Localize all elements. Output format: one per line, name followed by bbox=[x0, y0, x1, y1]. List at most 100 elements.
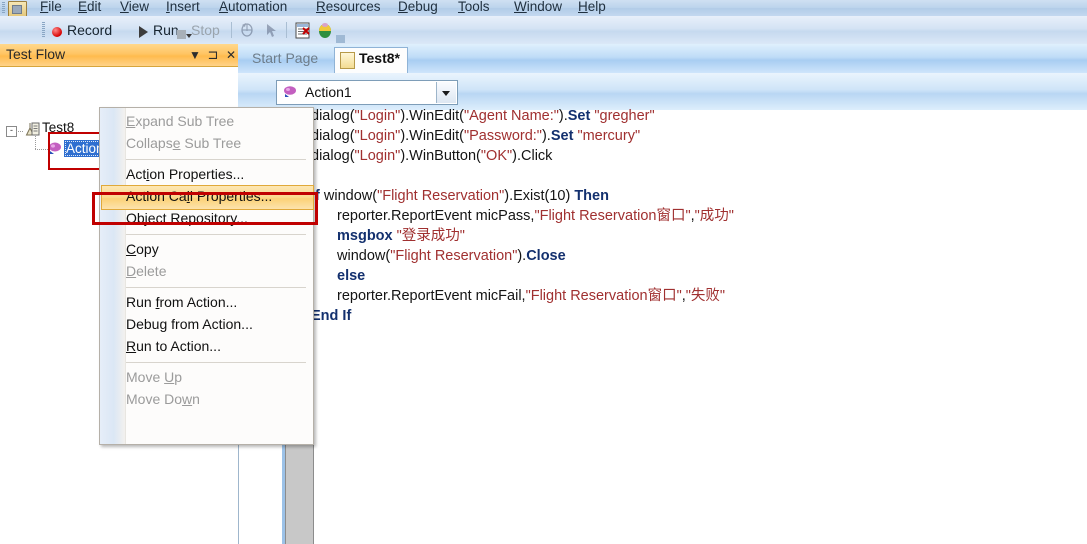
record-button[interactable]: Record bbox=[67, 20, 112, 40]
menu-help[interactable]: Help bbox=[578, 0, 606, 16]
menu-file[interactable]: File bbox=[40, 0, 62, 16]
object-spy-icon[interactable] bbox=[317, 22, 334, 39]
menu-resources[interactable]: Resources bbox=[316, 0, 381, 16]
code-token: "Flight Reservation窗口" bbox=[534, 208, 691, 224]
context-menu-separator bbox=[126, 362, 306, 363]
code-token: reporter.ReportEvent micPass, bbox=[337, 208, 535, 224]
hand-pointer-icon[interactable] bbox=[239, 22, 256, 39]
code-token: ).WinButton( bbox=[400, 148, 481, 164]
test-flask-icon bbox=[24, 122, 40, 137]
code-line: msgbox "登录成功" bbox=[311, 226, 734, 246]
arrow-select-icon[interactable] bbox=[262, 22, 279, 39]
code-token: "Agent Name:" bbox=[463, 108, 559, 124]
run-button[interactable]: Run bbox=[153, 20, 179, 40]
action-icon bbox=[283, 85, 299, 99]
record-icon bbox=[52, 27, 62, 37]
chevron-down-icon[interactable]: ▼ bbox=[188, 48, 202, 62]
context-menu-separator bbox=[126, 234, 306, 235]
context-menu-item-expand-sub-tree: Expand Sub Tree bbox=[100, 111, 313, 133]
code-token: "Login" bbox=[354, 108, 401, 124]
code-token: window( bbox=[337, 248, 391, 264]
code-token: End If bbox=[311, 308, 352, 324]
code-line: else bbox=[311, 266, 734, 286]
action-selector-value: Action1 bbox=[305, 84, 352, 100]
menu-tools[interactable]: Tools bbox=[458, 0, 490, 16]
context-menu-item-label: Move Up bbox=[126, 369, 183, 385]
context-menu-separator bbox=[126, 287, 306, 288]
test-flow-header: Test Flow ▼ ⊐ ✕ bbox=[0, 44, 238, 67]
code-token: Set bbox=[550, 128, 574, 144]
toolbar-separator-1 bbox=[231, 22, 232, 38]
code-token: window( bbox=[319, 188, 378, 204]
close-icon[interactable]: ✕ bbox=[224, 48, 238, 62]
menu-insert[interactable]: Insert bbox=[166, 0, 200, 16]
code-token: "登录成功" bbox=[396, 228, 465, 244]
code-line: dialog("Login").WinButton("OK").Click bbox=[311, 146, 734, 166]
code-token: dialog( bbox=[311, 108, 355, 124]
context-menu-item-debug-from-action[interactable]: Debug from Action... bbox=[100, 314, 313, 336]
menu-debug[interactable]: Debug bbox=[398, 0, 438, 16]
document-tab-strip: Start Page Test8* bbox=[238, 44, 1087, 75]
context-menu-item-label: Delete bbox=[126, 263, 167, 279]
test-document-icon bbox=[340, 52, 355, 69]
code-token: dialog( bbox=[311, 128, 355, 144]
context-menu-item-move-down: Move Down bbox=[100, 389, 313, 411]
code-token: ).Click bbox=[512, 148, 553, 164]
menu-automation[interactable]: Automation bbox=[219, 0, 287, 16]
code-token: Set bbox=[567, 108, 591, 124]
code-token: ). bbox=[558, 108, 568, 124]
menu-window[interactable]: Window bbox=[514, 0, 562, 16]
context-menu-item-label: Action Properties... bbox=[126, 166, 245, 182]
code-token: "失败" bbox=[685, 288, 726, 304]
menubar-gripper[interactable] bbox=[2, 2, 5, 14]
context-menu-item-label: Expand Sub Tree bbox=[126, 113, 235, 129]
toolbar-overflow-icon[interactable] bbox=[336, 35, 345, 43]
context-menu-item-action-properties[interactable]: Action Properties... bbox=[100, 164, 313, 186]
code-token: "成功" bbox=[694, 208, 734, 224]
code-token: "mercury" bbox=[577, 128, 641, 144]
tree-connector-child bbox=[35, 149, 48, 150]
menu-edit[interactable]: Edit bbox=[78, 0, 101, 16]
context-menu-item-run-from-action[interactable]: Run from Action... bbox=[100, 292, 313, 314]
context-menu-item-delete: Delete bbox=[100, 261, 313, 283]
context-menu-item-run-to-action[interactable]: Run to Action... bbox=[100, 336, 313, 358]
code-token: ).Exist(10) bbox=[504, 188, 575, 204]
code-token: "Flight Reservation" bbox=[377, 188, 505, 204]
code-token: ).WinEdit( bbox=[400, 108, 464, 124]
context-menu-item-label: Move Down bbox=[126, 391, 200, 407]
code-token: "Flight Reservation窗口" bbox=[525, 288, 682, 304]
code-token: "Flight Reservation" bbox=[390, 248, 518, 264]
code-line: dialog("Login").WinEdit("Agent Name:").S… bbox=[311, 106, 734, 126]
toolbar-separator-2 bbox=[286, 22, 287, 38]
tab-test8-label: Test8* bbox=[359, 50, 400, 66]
context-menu-item-copy[interactable]: Copy bbox=[100, 239, 313, 261]
menu-view[interactable]: View bbox=[120, 0, 149, 16]
tab-test8[interactable]: Test8* bbox=[334, 47, 408, 75]
results-report-icon[interactable] bbox=[294, 22, 311, 39]
code-line: dialog("Login").WinEdit("Password:").Set… bbox=[311, 126, 734, 146]
pin-icon[interactable]: ⊐ bbox=[206, 48, 220, 62]
script-editor[interactable]: dialog("Login").WinEdit("Agent Name:").S… bbox=[238, 108, 1087, 544]
app-icon bbox=[8, 1, 27, 16]
context-menu-item-label: Copy bbox=[126, 241, 159, 257]
panel-title: Test Flow bbox=[6, 46, 66, 62]
tab-start-page[interactable]: Start Page bbox=[246, 47, 324, 74]
code-token: "Login" bbox=[354, 148, 401, 164]
code-token: else bbox=[337, 268, 366, 284]
code-token: ).WinEdit( bbox=[400, 128, 464, 144]
stop-icon bbox=[177, 30, 186, 39]
context-menu-separator bbox=[126, 159, 306, 160]
chevron-down-icon[interactable] bbox=[436, 82, 456, 103]
menu-bar: File Edit View Insert Automation Resourc… bbox=[0, 0, 1087, 17]
main-toolbar: Record Run Stop bbox=[0, 16, 1087, 45]
script-code[interactable]: dialog("Login").WinEdit("Agent Name:").S… bbox=[311, 106, 734, 326]
context-menu-item-label: Run from Action... bbox=[126, 294, 238, 310]
stop-button[interactable]: Stop bbox=[191, 20, 220, 40]
action-selector[interactable]: Action1 bbox=[276, 80, 458, 105]
action-context-menu[interactable]: Expand Sub Tree Collapse Sub Tree Action P… bbox=[99, 107, 314, 445]
code-line: reporter.ReportEvent micFail,"Flight Res… bbox=[311, 286, 734, 306]
toolbar-gripper[interactable] bbox=[42, 22, 45, 38]
code-token: Close bbox=[526, 248, 566, 264]
code-token: ). bbox=[517, 248, 527, 264]
